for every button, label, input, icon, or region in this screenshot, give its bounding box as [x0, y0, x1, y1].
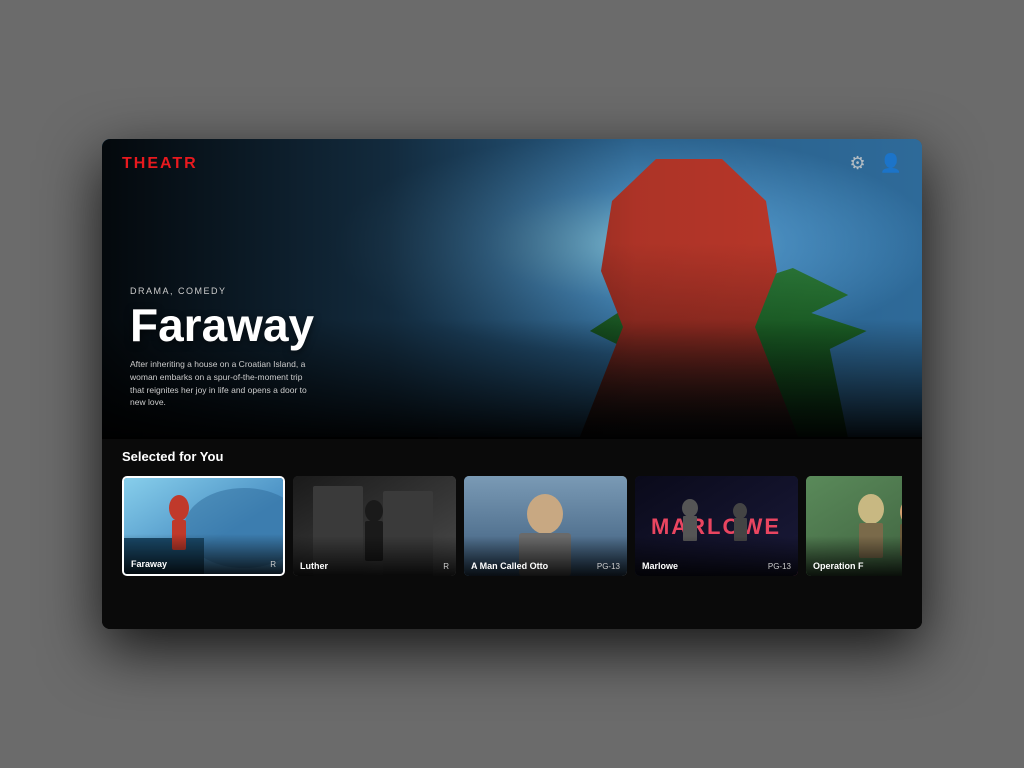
header-icons: ⚙ 👤	[849, 153, 902, 174]
hero-content: DRAMA, COMEDY Faraway After inheriting a…	[130, 286, 315, 409]
card-faraway-overlay: Faraway R	[124, 534, 283, 574]
hero-title: Faraway	[130, 302, 315, 348]
cards-container: Faraway R	[122, 476, 902, 576]
tv-screen: THEATR ⚙ 👤 DRAMA, COMEDY Faraway After i…	[102, 139, 922, 629]
card-otto[interactable]: A Man Called Otto PG-13	[464, 476, 627, 576]
card-faraway[interactable]: Faraway R	[122, 476, 285, 576]
card-luther-overlay: Luther R	[293, 536, 456, 576]
card-marlowe-rating: PG-13	[768, 562, 791, 571]
settings-icon[interactable]: ⚙	[849, 153, 865, 174]
card-luther-rating: R	[443, 562, 449, 571]
selected-section: Selected for You	[102, 437, 922, 629]
card-operation-title: Operation F	[813, 561, 864, 571]
card-otto-rating: PG-13	[597, 562, 620, 571]
card-otto-title: A Man Called Otto	[471, 561, 548, 571]
header: THEATR ⚙ 👤	[102, 139, 922, 188]
card-otto-overlay: A Man Called Otto PG-13	[464, 536, 627, 576]
card-faraway-rating: R	[270, 560, 276, 569]
hero-genre: DRAMA, COMEDY	[130, 286, 315, 296]
profile-icon[interactable]: 👤	[880, 153, 902, 174]
app-logo: THEATR	[122, 155, 198, 173]
card-marlowe-title: Marlowe	[642, 561, 678, 571]
hero-description: After inheriting a house on a Croatian I…	[130, 358, 315, 409]
card-luther[interactable]: Luther R	[293, 476, 456, 576]
card-operation-overlay: Operation F	[806, 536, 902, 576]
card-faraway-title: Faraway	[131, 559, 167, 569]
card-operation[interactable]: Operation F	[806, 476, 902, 576]
card-luther-title: Luther	[300, 561, 328, 571]
section-title: Selected for You	[122, 449, 902, 464]
card-marlowe[interactable]: MARLOWE Marlowe PG-13	[635, 476, 798, 576]
card-marlowe-overlay: Marlowe PG-13	[635, 536, 798, 576]
